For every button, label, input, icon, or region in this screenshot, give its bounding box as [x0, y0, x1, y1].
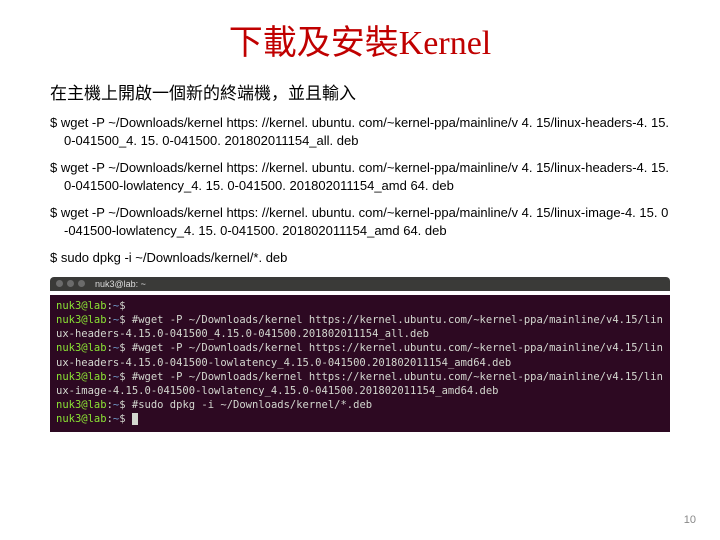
window-control-icon [78, 280, 85, 287]
command-line: $ wget -P ~/Downloads/kernel https: //ke… [50, 159, 670, 194]
slide: 下載及安裝Kernel 在主機上開啟一個新的終端機，並且輸入 $ wget -P… [0, 0, 720, 432]
terminal-line: nuk3@lab:~$ [56, 412, 664, 426]
command-line: $ wget -P ~/Downloads/kernel https: //ke… [50, 114, 670, 149]
terminal-line: nuk3@lab:~$ #wget -P ~/Downloads/kernel … [56, 313, 664, 341]
window-control-icon [56, 280, 63, 287]
terminal-line: nuk3@lab:~$ [56, 299, 664, 313]
slide-title: 下載及安裝Kernel [50, 15, 670, 64]
subtitle: 在主機上開啟一個新的終端機，並且輸入 [50, 79, 670, 104]
page-number: 10 [684, 514, 696, 526]
cursor-icon [132, 413, 138, 425]
terminal-line: nuk3@lab:~$ #wget -P ~/Downloads/kernel … [56, 370, 664, 398]
terminal-line: nuk3@lab:~$ #sudo dpkg -i ~/Downloads/ke… [56, 398, 664, 412]
title-cjk: 下載及安裝 [229, 25, 399, 62]
title-latin: Kernel [399, 25, 492, 62]
terminal-titlebar: nuk3@lab: ~ [50, 277, 670, 291]
command-line: $ sudo dpkg -i ~/Downloads/kernel/*. deb [50, 249, 670, 267]
window-control-icon [67, 280, 74, 287]
terminal-line: nuk3@lab:~$ #wget -P ~/Downloads/kernel … [56, 341, 664, 369]
terminal-title: nuk3@lab: ~ [95, 279, 146, 289]
terminal-window: nuk3@lab: ~ nuk3@lab:~$ nuk3@lab:~$ #wge… [50, 277, 670, 433]
terminal-body: nuk3@lab:~$ nuk3@lab:~$ #wget -P ~/Downl… [50, 295, 670, 433]
command-line: $ wget -P ~/Downloads/kernel https: //ke… [50, 204, 670, 239]
